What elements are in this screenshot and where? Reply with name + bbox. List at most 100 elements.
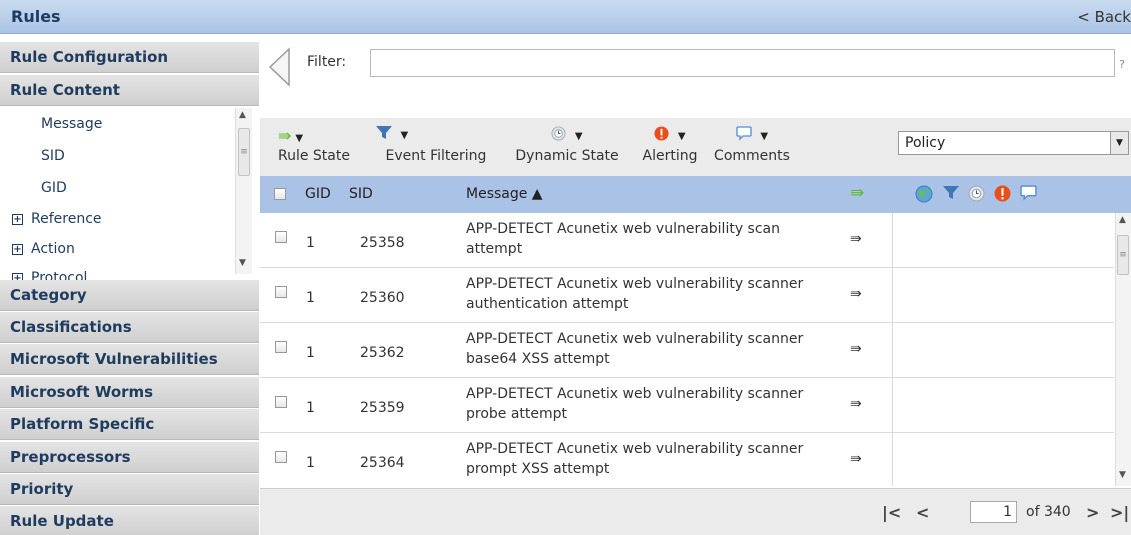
chevron-down-icon: ▼: [574, 131, 583, 142]
rule-state-arrow-icon[interactable]: ⇛: [850, 396, 862, 412]
column-gid[interactable]: GID: [305, 186, 331, 202]
cell-message: APP-DETECT Acunetix web vulnerability sc…: [466, 276, 804, 312]
cell-sid: 25362: [360, 345, 405, 361]
sidebar-item-action[interactable]: + Action: [12, 241, 75, 257]
event-filtering-label: Event Filtering: [385, 148, 487, 164]
clock-icon[interactable]: [968, 185, 985, 206]
expand-icon[interactable]: +: [12, 214, 23, 225]
back-link[interactable]: < Back: [1077, 8, 1131, 26]
row-checkbox[interactable]: [275, 286, 287, 298]
sidebar-item-gid[interactable]: GID: [41, 180, 67, 196]
sidebar-category-preprocessors[interactable]: Preprocessors: [0, 442, 259, 473]
event-filtering-button[interactable]: ▼ Event Filtering: [376, 126, 496, 170]
cell-gid: 1: [306, 345, 315, 361]
rule-state-arrow-icon[interactable]: ⇛: [850, 341, 862, 357]
table-row[interactable]: 1 25360 APP-DETECT Acunetix web vulnerab…: [260, 268, 1114, 323]
expand-icon[interactable]: +: [12, 244, 23, 255]
scroll-up-icon[interactable]: ▲: [1119, 215, 1126, 225]
table-row[interactable]: 1 25359 APP-DETECT Acunetix web vulnerab…: [260, 378, 1114, 433]
column-sid[interactable]: SID: [349, 186, 373, 202]
comment-icon: [736, 126, 756, 143]
alerting-button[interactable]: ▼ Alerting: [635, 126, 705, 170]
page-title: Rules: [11, 7, 61, 26]
row-checkbox[interactable]: [275, 396, 287, 408]
alert-icon[interactable]: [994, 185, 1011, 206]
rule-state-icon: ⇛: [278, 126, 292, 145]
rule-state-arrow-icon[interactable]: ⇛: [850, 286, 862, 302]
previous-page-icon[interactable]: <: [916, 503, 929, 522]
cell-message: APP-DETECT Acunetix web vulnerability sc…: [466, 441, 804, 477]
dynamic-state-button[interactable]: ▼ Dynamic State: [507, 126, 627, 170]
table-scrollbar[interactable]: ▲ ≡ ▼: [1115, 213, 1131, 486]
sidebar-category-microsoft-worms[interactable]: Microsoft Worms: [0, 377, 259, 408]
title-bar: Rules < Back: [0, 0, 1131, 34]
column-divider: [892, 433, 893, 486]
alert-icon: [654, 126, 673, 143]
filter-row: Filter: ?: [260, 34, 1131, 96]
clock-icon: [551, 126, 570, 143]
row-checkbox[interactable]: [275, 231, 287, 243]
sidebar-category-category[interactable]: Category: [0, 280, 259, 311]
collapse-sidebar-icon[interactable]: [267, 47, 291, 87]
chevron-down-icon: ▼: [677, 131, 686, 142]
table-row[interactable]: 1 25364 APP-DETECT Acunetix web vulnerab…: [260, 433, 1114, 486]
sidebar-category-rule-content[interactable]: Rule Content: [0, 75, 259, 106]
rule-state-column-icon[interactable]: ⇛: [850, 183, 864, 203]
rule-state-label: Rule State: [278, 148, 350, 164]
rule-state-arrow-icon[interactable]: ⇛: [850, 231, 862, 247]
table-row[interactable]: 1 25362 APP-DETECT Acunetix web vulnerab…: [260, 323, 1114, 378]
chevron-down-icon: ▼: [760, 131, 769, 142]
filter-input[interactable]: [370, 49, 1115, 77]
cell-gid: 1: [306, 455, 315, 471]
main-panel: Filter: ? ⇛ ▼ Rule State ▼ Event Filterin…: [260, 34, 1131, 535]
table-row[interactable]: 1 25358 APP-DETECT Acunetix web vulnerab…: [260, 213, 1114, 268]
row-checkbox[interactable]: [275, 341, 287, 353]
comments-button[interactable]: ▼ Comments: [712, 126, 792, 170]
filter-icon: [376, 126, 396, 142]
cell-message: APP-DETECT Acunetix web vulnerability sc…: [466, 331, 804, 367]
sidebar-category-microsoft-vulnerabilities[interactable]: Microsoft Vulnerabilities: [0, 344, 259, 375]
cell-sid: 25360: [360, 290, 405, 306]
first-page-icon[interactable]: |<: [882, 503, 901, 522]
chevron-down-icon[interactable]: ▼: [1110, 132, 1128, 154]
scroll-up-icon[interactable]: ▲: [239, 110, 246, 120]
toolbar: ⇛ ▼ Rule State ▼ Event Filtering ▼ Dynami…: [260, 118, 1131, 176]
scroll-down-icon[interactable]: ▼: [1119, 470, 1126, 480]
rule-state-arrow-icon[interactable]: ⇛: [850, 451, 862, 467]
pagination-bar: |< < 1 of 340 > >|: [260, 488, 1131, 535]
help-icon[interactable]: ?: [1119, 58, 1125, 71]
scroll-thumb[interactable]: ≡: [1117, 235, 1129, 275]
row-checkbox[interactable]: [275, 451, 287, 463]
sidebar-scrollbar[interactable]: ▲ ≡ ▼: [235, 108, 252, 274]
sidebar-item-label: Reference: [31, 211, 102, 227]
sidebar-item-sid[interactable]: SID: [41, 148, 65, 164]
select-all-checkbox[interactable]: [274, 188, 286, 200]
rule-state-button[interactable]: ⇛ ▼ Rule State: [278, 126, 378, 170]
sidebar-category-classifications[interactable]: Classifications: [0, 312, 259, 343]
sidebar-item-reference[interactable]: + Reference: [12, 211, 102, 227]
next-page-icon[interactable]: >: [1086, 503, 1099, 522]
sidebar-item-message[interactable]: Message: [41, 116, 102, 132]
page-number-input[interactable]: 1: [970, 501, 1017, 523]
column-divider: [892, 378, 893, 433]
sidebar-category-priority[interactable]: Priority: [0, 474, 259, 505]
comment-icon[interactable]: [1020, 185, 1037, 205]
dynamic-state-label: Dynamic State: [515, 148, 619, 164]
cell-message: APP-DETECT Acunetix web vulnerability sc…: [466, 221, 781, 257]
cell-gid: 1: [306, 400, 315, 416]
scroll-down-icon[interactable]: ▼: [239, 258, 246, 268]
scroll-thumb[interactable]: ≡: [238, 128, 250, 176]
column-divider: [892, 323, 893, 378]
filter-icon[interactable]: [943, 185, 959, 205]
cell-message: APP-DETECT Acunetix web vulnerability sc…: [466, 386, 804, 422]
filter-label: Filter:: [307, 54, 347, 70]
column-message[interactable]: Message ▲: [466, 186, 543, 202]
last-page-icon[interactable]: >|: [1110, 503, 1129, 522]
policy-select[interactable]: Policy ▼: [898, 131, 1129, 155]
page-count-label: of 340: [1026, 504, 1071, 520]
sidebar-category-rule-configuration[interactable]: Rule Configuration: [0, 42, 259, 73]
column-divider: [892, 268, 893, 323]
sidebar-category-rule-update[interactable]: Rule Update: [0, 506, 259, 535]
sidebar-category-platform-specific[interactable]: Platform Specific: [0, 409, 259, 440]
globe-icon[interactable]: [915, 185, 933, 207]
